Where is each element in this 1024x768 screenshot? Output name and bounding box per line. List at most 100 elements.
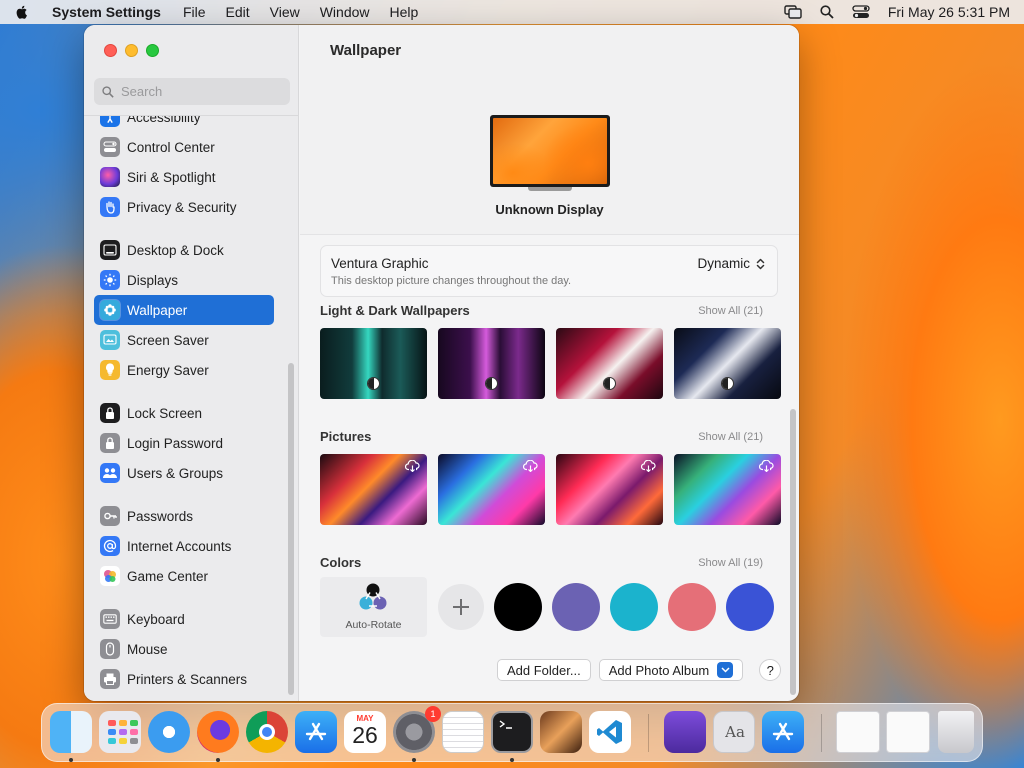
sidebar-item-label: Keyboard	[127, 611, 185, 627]
control-center-icon[interactable]	[852, 5, 870, 19]
sidebar-item-login-password[interactable]: Login Password	[94, 428, 274, 458]
notification-badge: 1	[425, 706, 441, 722]
minimize-button[interactable]	[125, 44, 138, 57]
sidebar-item-privacy-security[interactable]: Privacy & Security	[94, 192, 274, 222]
sidebar-item-lock-screen[interactable]: Lock Screen	[94, 398, 274, 428]
color-swatch-black[interactable]	[494, 583, 542, 631]
show-all-colors-button[interactable]: Show All (19)	[698, 557, 763, 569]
sidebar-item-desktop-dock[interactable]: Desktop & Dock	[94, 235, 274, 265]
color-swatch-blue[interactable]	[726, 583, 774, 631]
dock-app-store-installer-icon[interactable]	[762, 711, 804, 753]
sidebar-item-wallpaper[interactable]: Wallpaper	[94, 295, 274, 325]
sidebar-item-game-center[interactable]: Game Center	[94, 561, 274, 591]
menu-clock[interactable]: Fri May 26 5:31 PM	[888, 4, 1010, 20]
sidebar-item-mouse[interactable]: Mouse	[94, 634, 274, 664]
sidebar-item-users-groups[interactable]: Users & Groups	[94, 458, 274, 488]
menu-help[interactable]: Help	[390, 4, 419, 20]
sidebar-scrollbar[interactable]	[288, 363, 294, 695]
desktop-dock-icon	[100, 240, 120, 260]
add-folder-button[interactable]: Add Folder...	[497, 659, 591, 681]
dock-font-book-icon[interactable]: Aa	[713, 711, 755, 753]
sidebar-item-internet-accounts[interactable]: Internet Accounts	[94, 531, 274, 561]
dock-vscode-icon[interactable]	[589, 711, 631, 753]
dock-trash-icon[interactable]	[938, 711, 974, 753]
wallpaper-thumbnail[interactable]	[320, 328, 427, 399]
sidebar-nav: Accessibility Control Center Siri & Spot…	[94, 116, 274, 701]
dock-minimized-window-1[interactable]	[836, 711, 880, 753]
show-all-light-dark-button[interactable]: Show All (21)	[698, 305, 763, 317]
display-name: Unknown Display	[495, 202, 604, 217]
light-dark-badge-icon	[367, 377, 380, 390]
dock-garageband-icon[interactable]	[540, 711, 582, 753]
at-icon	[100, 536, 120, 556]
dock-running-indicator	[69, 758, 73, 762]
wallpaper-icon	[100, 300, 120, 320]
sidebar-item-passwords[interactable]: Passwords	[94, 501, 274, 531]
sidebar-item-label: Privacy & Security	[127, 199, 237, 215]
dock-minimized-window-2[interactable]	[886, 711, 930, 753]
section-light-dark-title: Light & Dark Wallpapers	[320, 303, 470, 318]
wallpaper-thumbnail[interactable]	[438, 328, 545, 399]
light-dark-wallpapers-row	[320, 328, 781, 399]
wallpaper-thumbnail[interactable]	[674, 328, 781, 399]
dock-system-settings-icon[interactable]: 1	[393, 706, 441, 753]
picture-thumbnail[interactable]	[674, 454, 781, 525]
dock-safari-icon[interactable]	[148, 711, 190, 753]
sidebar-item-displays[interactable]: Displays	[94, 265, 274, 295]
menu-view[interactable]: View	[270, 4, 300, 20]
page-title: Wallpaper	[330, 42, 402, 59]
sidebar-item-screen-saver[interactable]: Screen Saver	[94, 325, 274, 355]
dock-firefox-icon[interactable]	[197, 711, 239, 753]
system-settings-window: Accessibility Control Center Siri & Spot…	[84, 25, 799, 701]
auto-rotate-tile[interactable]: Auto-Rotate	[320, 577, 427, 637]
dock-podcast-capture-icon[interactable]	[664, 711, 706, 753]
sidebar-item-printers-scanners[interactable]: Printers & Scanners	[94, 664, 274, 694]
add-photo-album-popup[interactable]: Add Photo Album	[598, 659, 744, 681]
dock-launchpad-icon[interactable]	[99, 711, 141, 753]
dock-textedit-icon[interactable]	[442, 711, 484, 753]
content-scrollbar[interactable]	[790, 409, 796, 695]
section-pictures-title: Pictures	[320, 429, 372, 444]
monitor-stand	[528, 187, 572, 191]
color-swatch-pink[interactable]	[668, 583, 716, 631]
menu-window[interactable]: Window	[320, 4, 370, 20]
dock-finder-icon[interactable]	[50, 711, 92, 753]
help-button[interactable]: ?	[759, 659, 782, 681]
color-swatch-teal[interactable]	[610, 583, 658, 631]
spotlight-search-icon[interactable]	[820, 5, 834, 19]
menu-app-name[interactable]: System Settings	[52, 4, 161, 20]
dock-calendar-icon[interactable]: MAY 26	[344, 711, 386, 753]
menu-edit[interactable]: Edit	[226, 4, 250, 20]
dock-running-indicator	[412, 758, 416, 762]
display-preview	[490, 115, 610, 191]
sidebar-item-keyboard[interactable]: Keyboard	[94, 604, 274, 634]
appearance-mode-popup[interactable]: Dynamic	[697, 256, 765, 271]
sidebar-item-accessibility[interactable]: Accessibility	[94, 116, 274, 132]
sidebar-item-energy-saver[interactable]: Energy Saver	[94, 355, 274, 385]
screen-mirroring-icon[interactable]	[784, 5, 802, 19]
menu-bar: System Settings File Edit View Window He…	[0, 0, 1024, 24]
sidebar-item-control-center[interactable]: Control Center	[94, 132, 274, 162]
wallpaper-thumbnail[interactable]	[556, 328, 663, 399]
sidebar-item-siri-spotlight[interactable]: Siri & Spotlight	[94, 162, 274, 192]
zoom-button[interactable]	[146, 44, 159, 57]
picture-thumbnail[interactable]	[438, 454, 545, 525]
chevron-down-icon	[717, 662, 734, 678]
apple-logo-icon[interactable]	[14, 4, 30, 20]
dock-app-store-icon[interactable]	[295, 711, 337, 753]
add-color-button[interactable]	[438, 584, 484, 630]
picture-thumbnail[interactable]	[556, 454, 663, 525]
dock-chrome-icon[interactable]	[246, 711, 288, 753]
users-icon	[100, 463, 120, 483]
close-button[interactable]	[104, 44, 117, 57]
color-swatch-purple[interactable]	[552, 583, 600, 631]
dock-terminal-icon[interactable]	[491, 711, 533, 753]
show-all-pictures-button[interactable]: Show All (21)	[698, 431, 763, 443]
download-cloud-icon	[641, 460, 656, 472]
menu-file[interactable]: File	[183, 4, 206, 20]
sidebar-item-label: Lock Screen	[127, 405, 203, 421]
search-input[interactable]	[121, 84, 281, 99]
keyboard-icon	[100, 609, 120, 629]
picture-thumbnail[interactable]	[320, 454, 427, 525]
dock-running-indicator	[216, 758, 220, 762]
